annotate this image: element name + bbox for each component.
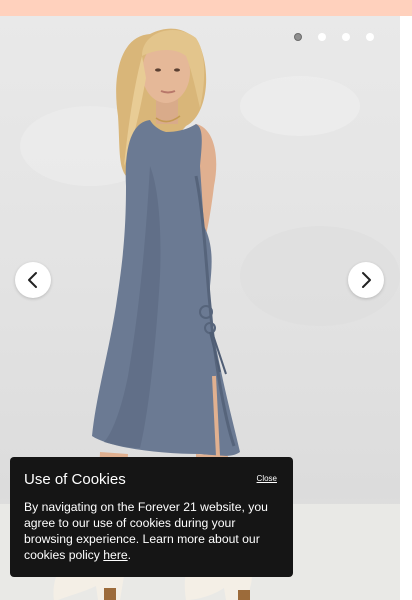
pagination-dot-2[interactable] bbox=[318, 33, 326, 41]
promo-strip bbox=[0, 0, 412, 16]
pagination-dot-4[interactable] bbox=[366, 33, 374, 41]
cookie-banner-title: Use of Cookies bbox=[24, 471, 126, 488]
chevron-right-icon bbox=[362, 272, 371, 288]
pagination-dot-1[interactable] bbox=[294, 33, 302, 41]
next-image-button[interactable] bbox=[348, 262, 384, 298]
cookie-policy-link[interactable]: here bbox=[103, 548, 127, 562]
pagination-dot-3[interactable] bbox=[342, 33, 350, 41]
carousel-pagination bbox=[294, 33, 374, 41]
page-gutter bbox=[400, 16, 412, 600]
cookie-body-end: . bbox=[127, 548, 132, 562]
cookie-banner-text: By navigating on the Forever 21 website,… bbox=[24, 499, 284, 563]
chevron-left-icon bbox=[28, 272, 37, 288]
previous-image-button[interactable] bbox=[15, 262, 51, 298]
cookie-body-text: By navigating on the Forever 21 website,… bbox=[24, 500, 268, 562]
cookie-close-link[interactable]: Close bbox=[257, 474, 277, 483]
cookie-consent-banner: Use of Cookies Close By navigating on th… bbox=[10, 457, 293, 577]
